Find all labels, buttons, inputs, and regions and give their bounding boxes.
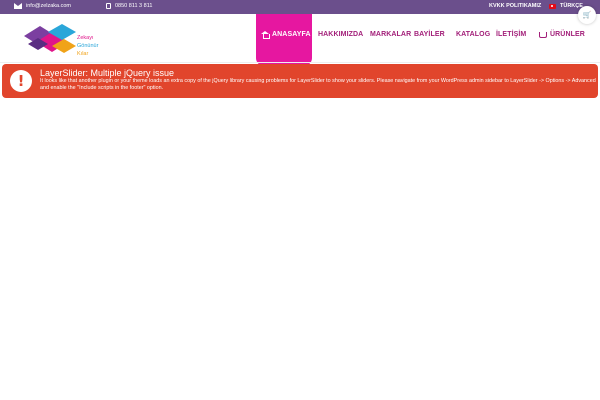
- turkey-flag-icon: [549, 3, 556, 9]
- floating-cart-button[interactable]: 🛒: [578, 6, 596, 24]
- phone-text: 0850 811 3 811: [115, 3, 153, 9]
- nav-item-dealers[interactable]: BAYİLER: [414, 31, 445, 38]
- top-bar: info@zelzaka.com 0850 811 3 811 KVKK POL…: [0, 0, 600, 14]
- alert-message: It looks like that another plugin or you…: [40, 78, 596, 91]
- nav-item-home[interactable]: ANASAYFA: [256, 14, 312, 66]
- header-divider: [0, 62, 600, 63]
- language-selector[interactable]: TÜRKÇE: [549, 3, 583, 9]
- cart-icon: [539, 31, 547, 38]
- nav-products-label: ÜRÜNLER: [550, 31, 585, 38]
- phone-link[interactable]: 0850 811 3 811: [106, 3, 152, 9]
- email-text: info@zelzaka.com: [26, 3, 72, 9]
- nav-item-contact[interactable]: İLETİŞİM: [496, 31, 526, 38]
- phone-icon: [106, 3, 111, 9]
- layerslider-alert: ! LayerSlider: Multiple jQuery issue It …: [2, 64, 598, 98]
- home-icon: [261, 31, 270, 39]
- nav-item-catalog[interactable]: KATALOG: [456, 31, 490, 38]
- alert-exclamation-icon: !: [10, 70, 32, 92]
- nav-item-about[interactable]: HAKKIMIZDA: [318, 31, 363, 38]
- alert-title: LayerSlider: Multiple jQuery issue: [40, 68, 175, 78]
- kvkk-link[interactable]: KVKK POLITIKAMIZ: [489, 3, 541, 9]
- mail-icon: [14, 3, 22, 9]
- email-link[interactable]: info@zelzaka.com: [14, 3, 71, 9]
- shopping-cart-icon: 🛒: [582, 12, 592, 19]
- nav-item-products[interactable]: ÜRÜNLER: [539, 31, 585, 38]
- nav-home-label: ANASAYFA: [272, 31, 311, 38]
- main-nav: ANASAYFA HAKKIMIZDA MARKALAR BAYİLER KAT…: [0, 14, 600, 66]
- nav-item-brands[interactable]: MARKALAR: [370, 31, 411, 38]
